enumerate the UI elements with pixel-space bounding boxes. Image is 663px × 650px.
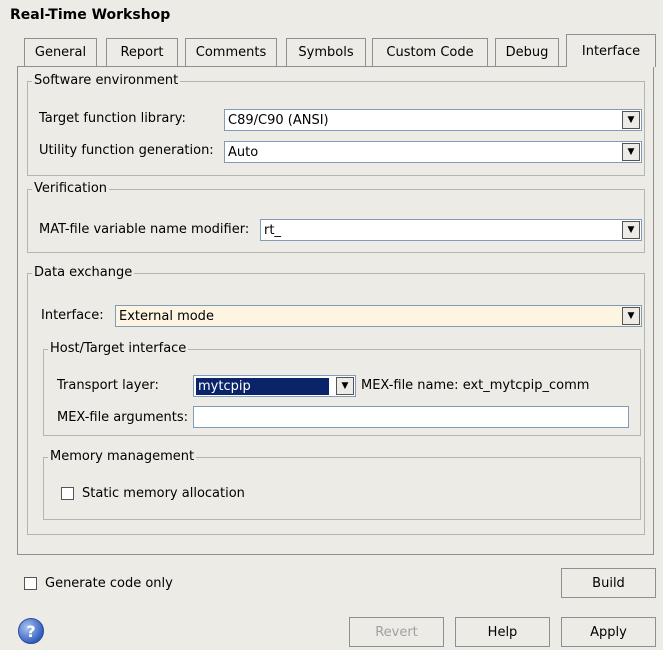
build-button[interactable]: Build [561,568,656,598]
tab-debug[interactable]: Debug [495,38,559,66]
help-icon[interactable]: ? [18,618,44,644]
tab-label: Symbols [298,45,354,60]
dropdown-arrow-icon[interactable]: ▼ [336,377,354,395]
select-value: External mode [119,309,214,324]
target-function-library-label: Target function library: [39,111,186,126]
tab-report[interactable]: Report [106,38,178,66]
dropdown-arrow-icon[interactable]: ▼ [622,307,640,325]
mex-file-name-label: MEX-file name: ext_mytcpip_comm [361,378,590,393]
select-value: mytcpip [196,378,329,395]
mat-file-modifier-input[interactable]: rt_ ▼ [260,219,642,241]
window-title: Real-Time Workshop [10,7,171,23]
button-label: Help [487,624,518,640]
target-function-library-select[interactable]: C89/C90 (ANSI) ▼ [224,109,642,131]
mat-file-modifier-label: MAT-file variable name modifier: [39,222,250,237]
tab-interface[interactable]: Interface [566,34,656,67]
revert-button[interactable]: Revert [349,617,444,647]
group-title: Software environment [32,73,181,89]
group-title: Memory management [48,449,197,465]
generate-code-only-label: Generate code only [45,576,173,591]
mex-file-arguments-label: MEX-file arguments: [57,410,189,425]
tab-symbols[interactable]: Symbols [286,38,366,66]
apply-button[interactable]: Apply [561,617,656,647]
transport-layer-label: Transport layer: [57,378,159,393]
group-title: Verification [32,181,110,197]
dropdown-arrow-icon[interactable]: ▼ [622,111,640,129]
generate-code-only-checkbox[interactable] [24,577,37,590]
tab-label: Interface [581,43,641,59]
utility-function-generation-label: Utility function generation: [39,143,214,158]
tab-label: Report [120,45,164,60]
utility-function-generation-select[interactable]: Auto ▼ [224,141,642,163]
dropdown-arrow-icon[interactable]: ▼ [622,221,640,239]
transport-layer-select[interactable]: mytcpip ▼ [193,375,356,397]
select-value: Auto [228,145,259,160]
interface-label: Interface: [41,308,104,323]
tab-custom-code[interactable]: Custom Code [372,38,488,66]
tab-label: General [34,45,87,60]
tab-comments[interactable]: Comments [185,38,277,66]
static-memory-allocation-checkbox[interactable] [61,487,74,500]
mex-file-arguments-input[interactable] [193,406,629,428]
select-value: C89/C90 (ANSI) [228,113,329,128]
tab-label: Custom Code [386,45,474,60]
dropdown-arrow-icon[interactable]: ▼ [622,143,640,161]
button-label: Apply [590,624,627,640]
group-title: Host/Target interface [48,341,189,357]
group-title: Data exchange [32,265,135,281]
interface-select[interactable]: External mode ▼ [115,305,642,327]
tab-general[interactable]: General [24,38,97,66]
static-memory-allocation-label: Static memory allocation [82,486,245,501]
tab-label: Comments [195,45,267,60]
tab-label: Debug [505,45,549,60]
button-label: Build [592,575,625,591]
input-value: rt_ [264,223,281,238]
button-label: Revert [375,624,418,640]
help-button[interactable]: Help [455,617,550,647]
